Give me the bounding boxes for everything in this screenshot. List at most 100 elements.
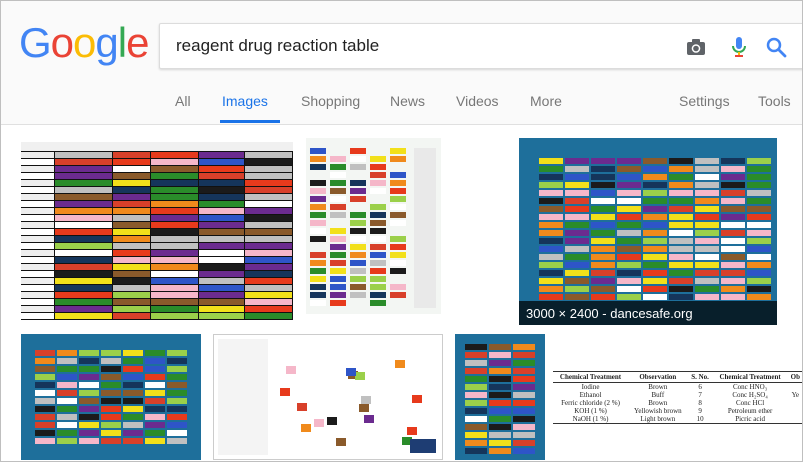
thumbnail-swatch	[617, 214, 641, 220]
thumbnail-swatch	[669, 238, 693, 244]
thumbnail-swatch	[591, 166, 615, 172]
search-query[interactable]: reagent drug reaction table	[176, 36, 379, 56]
thumbnail-swatch	[695, 206, 719, 212]
tab-images[interactable]: Images	[222, 93, 268, 109]
tab-tools[interactable]: Tools	[758, 93, 791, 109]
search-box[interactable]: reagent drug reaction table	[159, 23, 802, 69]
thumbnail-swatch	[350, 260, 366, 266]
google-logo[interactable]: Google	[19, 19, 149, 67]
thumbnail-swatch	[489, 448, 511, 454]
thumbnail-swatch	[643, 238, 667, 244]
thumbnail-swatch	[513, 352, 535, 358]
thumbnail-swatch	[591, 294, 615, 300]
thumbnail-notes	[414, 148, 436, 308]
thumbnail-swatch	[167, 358, 187, 364]
thumbnail-swatch	[55, 152, 112, 158]
thumbnail-swatch	[489, 352, 511, 358]
tab-shopping[interactable]: Shopping	[301, 93, 360, 109]
thumbnail-swatch	[113, 173, 150, 179]
thumbnail-swatch	[145, 358, 165, 364]
result-image-dancesafe-chart[interactable]: 3000 × 2400 - dancesafe.org	[519, 138, 777, 325]
thumbnail-swatch	[167, 438, 187, 444]
tab-videos[interactable]: Videos	[456, 93, 499, 109]
thumbnail-swatch	[57, 374, 77, 380]
thumbnail-swatch	[643, 262, 667, 268]
thumbnail-swatch	[21, 222, 54, 228]
table-row: Ethanol Buff 7 Conc H₂SO₄ Ye	[553, 391, 802, 399]
result-image-blue-chart-1[interactable]	[21, 334, 201, 460]
thumbnail-swatch	[412, 395, 422, 403]
thumbnail-swatch	[591, 190, 615, 196]
thumbnail-swatch	[55, 306, 112, 312]
thumbnail-swatch	[21, 271, 54, 277]
thumbnail-swatch	[151, 292, 198, 298]
camera-icon[interactable]	[684, 35, 708, 59]
result-image-color-chart[interactable]	[306, 138, 441, 314]
thumbnail-logo	[410, 439, 436, 453]
thumbnail-swatch	[35, 422, 55, 428]
thumbnail-swatch	[21, 201, 54, 207]
result-image-chemical-table[interactable]: Chemical Treatment Observation S. No. Chemi…	[553, 371, 802, 431]
thumbnail-swatch	[330, 260, 346, 266]
result-image-blue-chart-2[interactable]	[455, 334, 545, 460]
thumbnail-swatch	[669, 214, 693, 220]
thumbnail-swatch	[151, 187, 198, 193]
tab-settings[interactable]: Settings	[679, 93, 730, 109]
thumbnail-swatch	[113, 152, 150, 158]
thumbnail-swatch	[330, 212, 346, 218]
table-header: Chemical Treatment	[553, 371, 629, 383]
thumbnail-swatch	[245, 194, 292, 200]
table-cell: 6	[698, 383, 702, 391]
thumbnail-swatch	[327, 417, 337, 425]
thumbnail-swatch	[617, 238, 641, 244]
thumbnail-swatch	[465, 408, 487, 414]
thumbnail-swatch	[565, 222, 589, 228]
thumbnail-swatch	[199, 173, 244, 179]
thumbnail-swatch	[350, 236, 366, 242]
thumbnail-swatch	[721, 222, 745, 228]
thumbnail-swatch	[390, 156, 406, 162]
thumbnail-swatch	[370, 164, 386, 170]
thumbnail-swatch	[350, 292, 366, 298]
table-row: NaOH (1 %) Light brown 10 Picric acid	[553, 415, 802, 424]
thumbnail-swatch	[617, 198, 641, 204]
thumbnail-swatch	[465, 432, 487, 438]
thumbnail-swatch	[113, 306, 150, 312]
thumbnail-swatch	[591, 254, 615, 260]
thumbnail-swatch	[245, 292, 292, 298]
thumbnail-swatch	[591, 214, 615, 220]
tab-all[interactable]: All	[175, 93, 191, 109]
thumbnail-swatch	[123, 422, 143, 428]
thumbnail-swatch	[695, 294, 719, 300]
thumbnail-swatch	[565, 286, 589, 292]
thumbnail-swatch	[101, 398, 121, 404]
thumbnail-swatch	[151, 264, 198, 270]
mic-icon[interactable]	[727, 35, 751, 59]
thumbnail-swatch	[79, 422, 99, 428]
thumbnail-swatch	[539, 230, 563, 236]
thumbnail-swatch	[35, 406, 55, 412]
thumbnail-swatch	[314, 419, 324, 427]
thumbnail-swatch	[310, 284, 326, 290]
thumbnail-swatch	[21, 166, 54, 172]
search-icon[interactable]	[764, 35, 788, 59]
thumbnail-swatch	[643, 182, 667, 188]
result-image-nik-chart[interactable]	[213, 334, 443, 460]
thumbnail-swatch	[747, 238, 771, 244]
tab-news[interactable]: News	[390, 93, 425, 109]
thumbnail-swatch	[55, 222, 112, 228]
thumbnail-swatch	[55, 159, 112, 165]
thumbnail-swatch	[79, 438, 99, 444]
thumbnail-swatch	[390, 172, 406, 178]
thumbnail-swatch	[370, 268, 386, 274]
thumbnail-swatch	[199, 180, 244, 186]
thumbnail-swatch	[151, 243, 198, 249]
tab-more[interactable]: More	[530, 93, 562, 109]
thumbnail-swatch	[489, 384, 511, 390]
thumbnail-swatch	[123, 382, 143, 388]
result-image-reagent-table[interactable]	[21, 142, 293, 320]
thumbnail-swatch	[643, 166, 667, 172]
thumbnail-swatch	[617, 222, 641, 228]
thumbnail-swatch	[199, 229, 244, 235]
thumbnail-swatch	[245, 313, 292, 319]
